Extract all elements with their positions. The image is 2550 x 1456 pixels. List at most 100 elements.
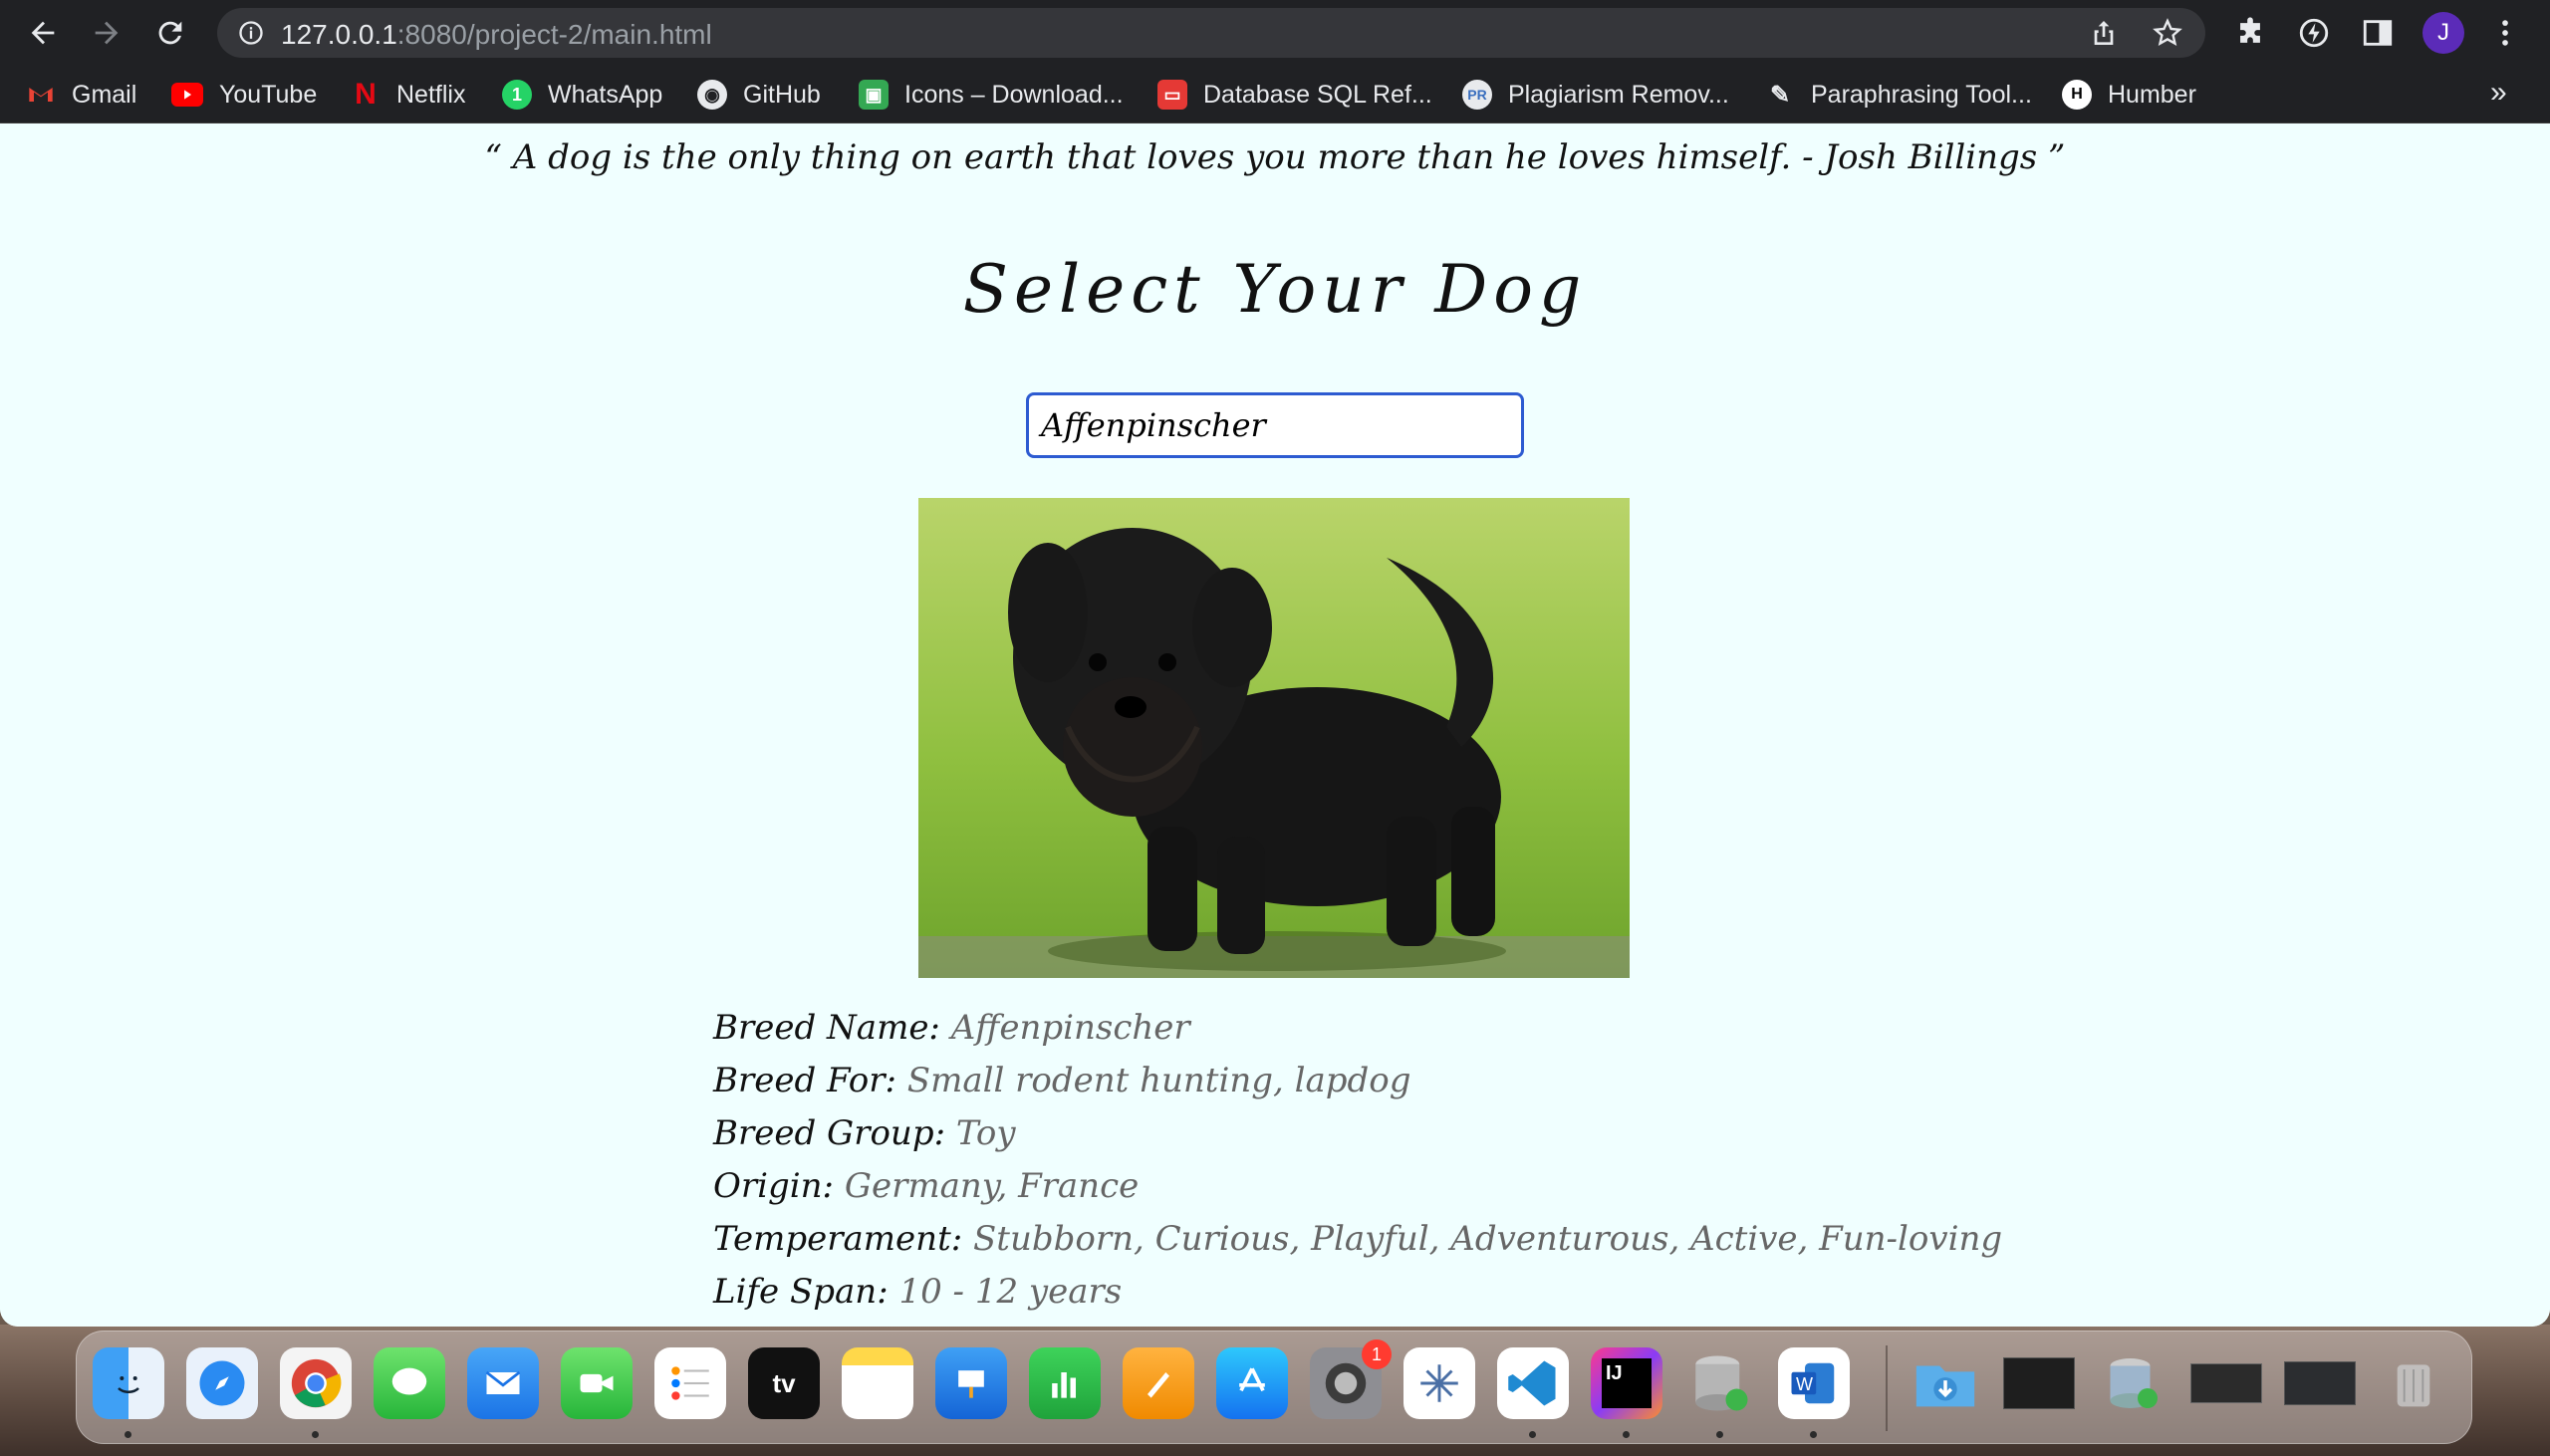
bookmark-plagiarism[interactable]: PR Plagiarism Remov... <box>1462 78 1729 112</box>
bookmark-label: Netflix <box>396 80 466 109</box>
bookmark-label: Icons – Download... <box>904 80 1124 109</box>
running-indicator <box>1716 1431 1723 1438</box>
detail-label: Breed Group: <box>713 1113 946 1153</box>
gmail-icon <box>26 80 56 110</box>
forward-arrow-icon <box>95 21 119 45</box>
running-indicator <box>1810 1431 1817 1438</box>
detail-value: 10 - 12 years <box>898 1272 1123 1312</box>
address-bar[interactable]: 127.0.0.1:8080/project-2/main.html <box>217 8 2205 58</box>
bookmark-gmail[interactable]: Gmail <box>26 78 136 112</box>
reload-icon <box>158 21 182 45</box>
vscode-icon[interactable] <box>1497 1347 1569 1419</box>
browser-window: 127.0.0.1:8080/project-2/main.html J Gma… <box>0 0 2550 1327</box>
extensions-icon[interactable] <box>2231 14 2269 52</box>
detail-temperament: Temperament: Stubborn, Curious, Playful,… <box>713 1213 2002 1266</box>
safari-icon[interactable] <box>186 1347 258 1419</box>
bookmark-github[interactable]: ◉ GitHub <box>697 78 821 112</box>
oracle-icon: ▭ <box>1157 80 1187 110</box>
finder-icon[interactable] <box>93 1347 164 1419</box>
menu-kebab-icon[interactable] <box>2486 14 2524 52</box>
facetime-icon[interactable] <box>561 1347 633 1419</box>
share-icon[interactable] <box>2088 17 2120 49</box>
app-store-icon[interactable] <box>1216 1347 1288 1419</box>
bookmark-label: Database SQL Ref... <box>1203 80 1432 109</box>
running-indicator <box>125 1431 131 1438</box>
running-indicator <box>1623 1431 1630 1438</box>
reminders-icon[interactable] <box>654 1347 726 1419</box>
icons8-icon: ▣ <box>859 80 889 110</box>
detail-label: Life Span: <box>713 1272 889 1312</box>
bookmark-icons[interactable]: ▣ Icons – Download... <box>859 78 1124 112</box>
page-title: Select Your Dog <box>962 251 1588 328</box>
mail-icon[interactable] <box>467 1347 539 1419</box>
detail-label: Breed Name: <box>713 1008 940 1048</box>
trash-icon[interactable] <box>2378 1347 2449 1419</box>
forward-button[interactable] <box>86 12 128 54</box>
keyboard-viewer-thumbnail[interactable] <box>2190 1347 2262 1419</box>
detail-breed-for: Breed For: Small rodent hunting, lapdog <box>713 1055 2002 1107</box>
bookmark-label: Gmail <box>72 80 137 109</box>
quote-text: “ A dog is the only thing on earth that … <box>484 137 2066 177</box>
keynote-icon[interactable] <box>935 1347 1007 1419</box>
running-indicator <box>1529 1431 1536 1438</box>
detail-label: Origin: <box>713 1166 834 1206</box>
bookmark-paraphrasing[interactable]: ✎ Paraphrasing Tool... <box>1765 78 2032 112</box>
bookmark-label: Humber <box>2108 80 2196 109</box>
breed-select[interactable]: Affenpinscher <box>1026 392 1524 458</box>
more-bookmarks-button[interactable]: » <box>2490 76 2507 110</box>
word-icon[interactable]: W <box>1778 1347 1850 1419</box>
sql-developer-window-thumbnail[interactable] <box>2097 1347 2168 1419</box>
bookmark-whatsapp[interactable]: 1 WhatsApp <box>502 78 662 112</box>
bookmark-netflix[interactable]: N Netflix <box>351 78 465 112</box>
bookmark-humber[interactable]: H Humber <box>2062 78 2196 112</box>
notes-icon[interactable] <box>842 1347 913 1419</box>
detail-breed-name: Breed Name: Affenpinscher <box>713 1002 2002 1055</box>
detail-value: Stubborn, Curious, Playful, Adventurous,… <box>973 1219 2003 1259</box>
detail-value: Germany, France <box>844 1166 1140 1206</box>
youtube-icon <box>171 83 203 107</box>
vscode-window-thumbnail[interactable] <box>2003 1347 2075 1419</box>
tableau-icon[interactable] <box>1403 1347 1475 1419</box>
running-indicator <box>312 1431 319 1438</box>
info-icon[interactable] <box>237 19 265 47</box>
downloads-folder-icon[interactable] <box>1910 1347 1981 1419</box>
bookmark-database-sql[interactable]: ▭ Database SQL Ref... <box>1157 78 1432 112</box>
bookmark-label: YouTube <box>219 80 318 109</box>
chrome-icon[interactable] <box>280 1347 352 1419</box>
profile-avatar[interactable]: J <box>2422 12 2464 54</box>
bookmark-label: Paraphrasing Tool... <box>1811 80 2032 109</box>
back-arrow-icon <box>31 21 55 45</box>
pages-icon[interactable] <box>1123 1347 1194 1419</box>
bookmark-star-icon[interactable] <box>2152 17 2183 49</box>
whatsapp-icon: 1 <box>502 80 532 110</box>
intellij-icon[interactable]: IJ <box>1591 1347 1662 1419</box>
page-content: “ A dog is the only thing on earth that … <box>0 123 2550 1327</box>
dock-separator <box>1886 1345 1888 1431</box>
bookmarks-bar: Gmail YouTube N Netflix 1 WhatsApp ◉ Git… <box>0 66 2550 123</box>
bookmark-label: Plagiarism Remov... <box>1508 80 1729 109</box>
apple-tv-icon[interactable]: tv <box>748 1347 820 1419</box>
performance-icon[interactable] <box>2295 14 2333 52</box>
side-panel-icon[interactable] <box>2359 14 2397 52</box>
detail-life-span: Life Span: 10 - 12 years <box>713 1266 2002 1319</box>
profile-initial: J <box>2437 19 2449 46</box>
reload-button[interactable] <box>149 12 191 54</box>
bookmark-youtube[interactable]: YouTube <box>171 78 317 112</box>
bookmark-label: GitHub <box>743 80 821 109</box>
detail-value: Small rodent hunting, lapdog <box>906 1061 1411 1100</box>
quill-icon: ✎ <box>1769 81 1791 109</box>
detail-breed-group: Breed Group: Toy <box>713 1107 2002 1160</box>
sql-developer-icon[interactable] <box>1684 1347 1756 1419</box>
numbers-icon[interactable] <box>1029 1347 1101 1419</box>
detail-value: Affenpinscher <box>950 1008 1190 1048</box>
plagiarism-icon: PR <box>1462 80 1492 110</box>
netflix-icon: N <box>355 78 377 111</box>
macos-dock: tv 1 IJ W <box>76 1331 2472 1444</box>
breed-details: Breed Name: Affenpinscher Breed For: Sma… <box>713 1002 2002 1319</box>
notification-badge: 1 <box>1362 1339 1392 1369</box>
messages-icon[interactable] <box>374 1347 445 1419</box>
browser-toolbar: 127.0.0.1:8080/project-2/main.html J <box>0 0 2550 66</box>
detail-label: Breed For: <box>713 1061 896 1100</box>
intellij-window-thumbnail[interactable] <box>2284 1347 2356 1419</box>
back-button[interactable] <box>22 12 64 54</box>
